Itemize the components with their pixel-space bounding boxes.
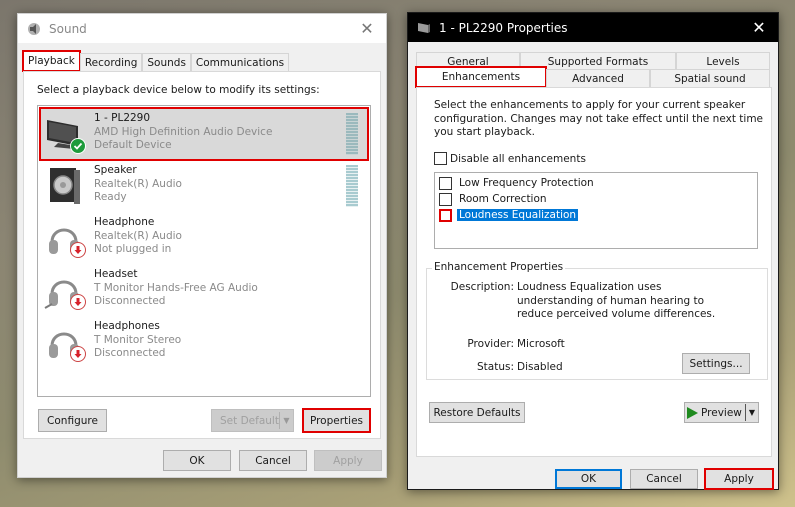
enhancement-checkbox[interactable]: [439, 208, 452, 222]
play-icon: [687, 406, 698, 419]
enhancement-checkbox[interactable]: [439, 176, 452, 190]
speaker-icon: [44, 164, 88, 208]
preview-button[interactable]: Preview ▼: [684, 402, 759, 423]
enhancement-item[interactable]: Loudness Equalization: [435, 207, 757, 223]
properties-ok-button[interactable]: OK: [555, 469, 622, 489]
device-name: Headset: [94, 268, 138, 280]
description-key: Description:: [450, 281, 514, 293]
sound-close-button[interactable]: ✕: [358, 19, 376, 38]
headphone-icon: [44, 216, 88, 260]
tab-sounds[interactable]: Sounds: [142, 53, 191, 71]
enhancement-item[interactable]: Room Correction: [435, 191, 757, 207]
device-item[interactable]: Headset T Monitor Hands-Free AG Audio Di…: [40, 264, 368, 316]
device-driver: AMD High Definition Audio Device: [94, 125, 273, 138]
device-status: Not plugged in: [94, 243, 172, 255]
device-status: Disconnected: [94, 295, 166, 307]
tab-communications[interactable]: Communications: [190, 53, 290, 71]
provider-row: Provider: Microsoft: [427, 338, 737, 352]
tab-spatial-sound[interactable]: Spatial sound: [650, 69, 770, 87]
enhancement-properties-group: Enhancement Properties Description: Loud…: [426, 261, 768, 380]
properties-cancel-button[interactable]: Cancel: [630, 469, 698, 489]
tab-recording[interactable]: Recording: [79, 53, 143, 71]
monitor-app-icon: [417, 21, 431, 35]
disable-all-label: Disable all enhancements: [450, 152, 586, 165]
monitor-icon: [44, 112, 88, 156]
disable-all-checkbox[interactable]: [434, 152, 447, 165]
properties-close-button[interactable]: ✕: [750, 18, 768, 37]
unplugged-arrow-icon: [70, 294, 86, 310]
preview-dropdown-icon[interactable]: ▼: [745, 404, 758, 421]
device-item[interactable]: Speaker Realtek(R) Audio Ready: [40, 160, 368, 212]
device-name: Headphones: [94, 320, 160, 332]
description-value: Loudness Equalization uses understanding…: [517, 281, 716, 320]
device-driver: Realtek(R) Audio: [94, 229, 182, 242]
properties-button[interactable]: Properties: [302, 408, 371, 433]
device-item[interactable]: Headphones T Monitor Stereo Disconnected: [40, 316, 368, 368]
device-item[interactable]: Headphone Realtek(R) Audio Not plugged i…: [40, 212, 368, 264]
tab-enhancements[interactable]: Enhancements: [415, 66, 547, 88]
sound-titlebar: Sound ✕: [18, 14, 386, 43]
device-driver: T Monitor Hands-Free AG Audio: [94, 281, 258, 294]
device-status: Ready: [94, 191, 127, 203]
speaker-app-icon: [27, 22, 41, 36]
group-title: Enhancement Properties: [432, 261, 566, 273]
set-default-button[interactable]: Set Default ▼: [211, 409, 294, 432]
enhancements-instruction: Select the enhancements to apply for you…: [434, 99, 764, 138]
volume-meter: [346, 113, 358, 155]
sound-apply-button[interactable]: Apply: [314, 450, 382, 471]
sound-cancel-button[interactable]: Cancel: [239, 450, 307, 471]
enhancements-list[interactable]: Low Frequency Protection Room Correction…: [434, 172, 758, 249]
settings-button[interactable]: Settings...: [682, 353, 750, 374]
enhancement-label: Loudness Equalization: [457, 209, 579, 221]
device-name: Headphone: [94, 216, 155, 228]
preview-label: Preview: [701, 406, 742, 419]
device-list[interactable]: 1 - PL2290 AMD High Definition Audio Dev…: [37, 105, 371, 397]
enhancement-item[interactable]: Low Frequency Protection: [435, 175, 757, 191]
device-item[interactable]: 1 - PL2290 AMD High Definition Audio Dev…: [39, 107, 369, 161]
device-driver: Realtek(R) Audio: [94, 177, 182, 190]
status-key: Status:: [477, 361, 514, 373]
unplugged-arrow-icon: [70, 346, 86, 362]
configure-button[interactable]: Configure: [38, 409, 107, 432]
provider-value: Microsoft: [517, 338, 565, 350]
tab-playback[interactable]: Playback: [22, 50, 81, 72]
sound-dialog: Sound ✕ Playback Recording Sounds Commun…: [17, 13, 387, 478]
playback-panel: Select a playback device below to modify…: [23, 71, 381, 439]
device-name: Speaker: [94, 164, 137, 176]
enhancement-checkbox[interactable]: [439, 192, 452, 206]
tab-advanced[interactable]: Advanced: [546, 69, 650, 87]
provider-key: Provider:: [467, 338, 514, 350]
tab-levels[interactable]: Levels: [676, 52, 770, 70]
device-driver: T Monitor Stereo: [94, 333, 182, 346]
sound-tabs: Playback Recording Sounds Communications: [22, 50, 290, 72]
sound-title: Sound: [49, 21, 87, 36]
device-status: Disconnected: [94, 347, 166, 359]
enhancement-label: Low Frequency Protection: [459, 177, 594, 189]
device-status: Default Device: [94, 139, 172, 151]
default-check-icon: [70, 138, 86, 154]
device-name: 1 - PL2290: [94, 112, 151, 124]
set-default-label: Set Default: [220, 414, 279, 427]
properties-titlebar: 1 - PL2290 Properties ✕: [408, 13, 778, 42]
set-default-dropdown-icon[interactable]: ▼: [279, 412, 293, 429]
unplugged-arrow-icon: [70, 242, 86, 258]
sound-ok-button[interactable]: OK: [163, 450, 231, 471]
properties-tabs-row2: Enhancements Advanced Spatial sound: [415, 66, 770, 88]
enhancements-panel: Select the enhancements to apply for you…: [416, 87, 772, 457]
properties-apply-button[interactable]: Apply: [704, 468, 774, 490]
properties-dialog: 1 - PL2290 Properties ✕ General Supporte…: [407, 12, 779, 490]
volume-meter: [346, 165, 358, 207]
disable-all-row[interactable]: Disable all enhancements: [434, 152, 586, 165]
restore-defaults-button[interactable]: Restore Defaults: [429, 402, 525, 423]
playback-instruction: Select a playback device below to modify…: [37, 84, 320, 96]
headphone-icon: [44, 320, 88, 364]
description-row: Description: Loudness Equalization uses …: [427, 281, 727, 322]
enhancement-label: Room Correction: [459, 193, 547, 205]
headset-icon: [44, 268, 88, 312]
properties-title: 1 - PL2290 Properties: [439, 20, 568, 35]
